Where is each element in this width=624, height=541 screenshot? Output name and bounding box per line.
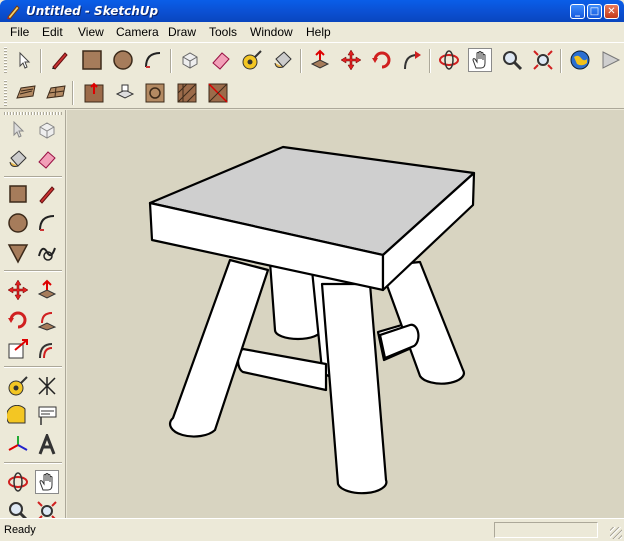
select-icon[interactable]: [6, 118, 30, 142]
freehand-icon[interactable]: [35, 241, 59, 265]
minimize-button[interactable]: _: [570, 4, 585, 19]
smoove-icon[interactable]: [82, 81, 106, 105]
maximize-button[interactable]: □: [587, 4, 602, 19]
from-contours-icon[interactable]: [14, 81, 38, 105]
arc-icon[interactable]: [141, 48, 165, 72]
tape-measure-icon[interactable]: [240, 48, 264, 72]
offset-icon[interactable]: [35, 337, 59, 361]
protractor-icon[interactable]: [6, 404, 30, 428]
tape-measure-icon[interactable]: [6, 374, 30, 398]
resize-grip[interactable]: [610, 527, 622, 539]
model-viewport[interactable]: [67, 110, 624, 518]
pan-hand-icon[interactable]: [468, 48, 492, 72]
eraser-icon[interactable]: [35, 147, 59, 171]
push-pull-icon[interactable]: [35, 278, 59, 302]
stamp-icon[interactable]: [113, 81, 137, 105]
orbit-icon[interactable]: [437, 48, 461, 72]
drape-icon[interactable]: [143, 81, 167, 105]
scale-icon[interactable]: [6, 337, 30, 361]
stool-model: [148, 145, 476, 495]
close-button[interactable]: ✕: [604, 4, 619, 19]
menu-tools[interactable]: Tools: [209, 25, 237, 39]
stool-leg-front: [320, 282, 388, 495]
dimension-icon[interactable]: [35, 374, 59, 398]
menu-camera[interactable]: Camera: [116, 25, 159, 39]
toolbar-grip[interactable]: [4, 47, 7, 73]
3d-text-icon[interactable]: [35, 433, 59, 457]
menu-edit[interactable]: Edit: [42, 25, 63, 39]
arc-icon[interactable]: [35, 211, 59, 235]
select-icon[interactable]: [12, 48, 36, 72]
stool-leg-left: [168, 258, 270, 438]
pan-hand-icon[interactable]: [35, 470, 59, 494]
move-icon[interactable]: [339, 48, 363, 72]
make-component-icon[interactable]: [178, 48, 202, 72]
menu-help[interactable]: Help: [306, 25, 331, 39]
sketchup-app-icon[interactable]: [5, 4, 21, 20]
zoom-extents-icon[interactable]: [531, 48, 555, 72]
flip-edge-icon[interactable]: [206, 81, 230, 105]
rectangle-icon[interactable]: [80, 48, 104, 72]
axes-icon[interactable]: [6, 433, 30, 457]
text-icon[interactable]: [35, 404, 59, 428]
menu-view[interactable]: View: [78, 25, 104, 39]
push-pull-icon[interactable]: [308, 48, 332, 72]
from-scratch-icon[interactable]: [44, 81, 68, 105]
add-detail-icon[interactable]: [175, 81, 199, 105]
toolbar-grip[interactable]: [4, 112, 62, 115]
line-pencil-icon[interactable]: [35, 182, 59, 206]
make-component-icon[interactable]: [35, 118, 59, 142]
main-toolbar: [0, 42, 624, 78]
rotate-icon[interactable]: [6, 308, 30, 332]
follow-me-icon[interactable]: [35, 308, 59, 332]
paint-bucket-icon[interactable]: [6, 147, 30, 171]
paint-bucket-icon[interactable]: [271, 48, 295, 72]
move-icon[interactable]: [6, 278, 30, 302]
menu-window[interactable]: Window: [250, 25, 293, 39]
window-title: Untitled - SketchUp: [26, 4, 159, 18]
menu-file[interactable]: File: [10, 25, 29, 39]
status-bar: Ready: [0, 518, 624, 541]
line-pencil-icon[interactable]: [48, 48, 72, 72]
stool-crossbar: [236, 347, 328, 392]
rectangle-icon[interactable]: [6, 182, 30, 206]
menu-bar: File Edit View Camera Draw Tools Window …: [0, 22, 624, 42]
zoom-icon[interactable]: [500, 48, 524, 72]
orbit-icon[interactable]: [6, 470, 30, 494]
status-text: Ready: [4, 524, 36, 536]
menu-draw[interactable]: Draw: [168, 25, 196, 39]
polygon-icon[interactable]: [6, 241, 30, 265]
share-model-icon[interactable]: [598, 48, 622, 72]
value-control-box[interactable]: [494, 522, 598, 538]
circle-icon[interactable]: [6, 211, 30, 235]
follow-me-icon[interactable]: [400, 48, 424, 72]
get-models-icon[interactable]: [568, 48, 592, 72]
left-toolbar: [0, 110, 66, 522]
toolbar-grip[interactable]: [4, 80, 7, 106]
eraser-icon[interactable]: [209, 48, 233, 72]
sandbox-toolbar: [0, 77, 624, 109]
rotate-icon[interactable]: [370, 48, 394, 72]
circle-icon[interactable]: [111, 48, 135, 72]
